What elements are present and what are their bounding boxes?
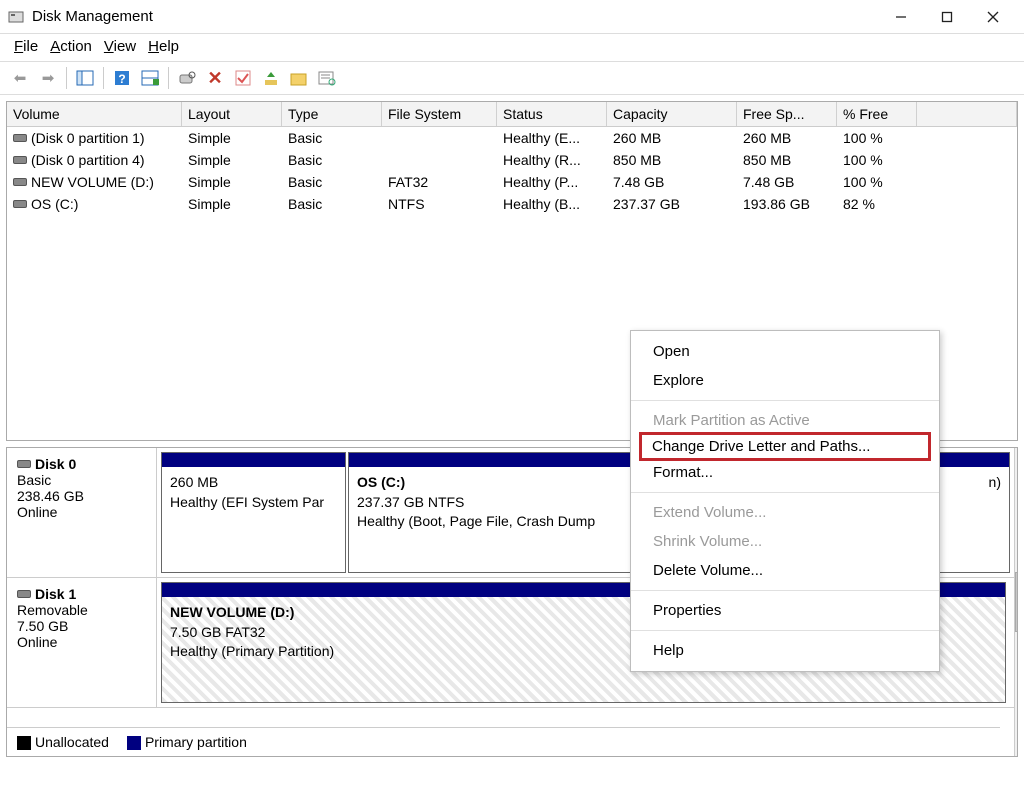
menubar: File Action View Help [0, 34, 1024, 62]
menu-action[interactable]: Action [50, 38, 92, 55]
help-icon[interactable]: ? [110, 66, 134, 90]
legend-unallocated: Unallocated [17, 734, 109, 750]
context-menu-item[interactable]: Delete Volume... [631, 556, 939, 585]
context-menu-item: Mark Partition as Active [631, 406, 939, 435]
col-status[interactable]: Status [497, 102, 607, 126]
disk-icon [17, 460, 31, 468]
legend: Unallocated Primary partition [7, 727, 1000, 756]
context-menu: OpenExplore Mark Partition as ActiveChang… [630, 330, 940, 672]
table-row[interactable]: NEW VOLUME (D:)SimpleBasicFAT32Healthy (… [7, 171, 1017, 193]
context-menu-separator [631, 400, 939, 401]
disk-icon [13, 200, 27, 208]
context-menu-item: Extend Volume... [631, 498, 939, 527]
col-pct[interactable]: % Free [837, 102, 917, 126]
context-menu-item[interactable]: Help [631, 636, 939, 665]
toolbar-layout-icon[interactable] [73, 66, 97, 90]
check-icon[interactable] [231, 66, 255, 90]
disk-icon [13, 156, 27, 164]
menu-view[interactable]: View [104, 38, 136, 55]
col-capacity[interactable]: Capacity [607, 102, 737, 126]
context-menu-item[interactable]: Properties [631, 596, 939, 625]
window-title: Disk Management [32, 8, 153, 25]
context-menu-item: Shrink Volume... [631, 527, 939, 556]
svg-text:?: ? [118, 72, 125, 86]
col-volume[interactable]: Volume [7, 102, 182, 126]
partition[interactable]: OS (C:)237.37 GB NTFSHealthy (Boot, Page… [348, 452, 638, 573]
table-row[interactable]: (Disk 0 partition 1)SimpleBasicHealthy (… [7, 127, 1017, 149]
titlebar: Disk Management [0, 0, 1024, 34]
forward-button[interactable]: ➡ [36, 66, 60, 90]
volume-list-header: Volume Layout Type File System Status Ca… [7, 102, 1017, 127]
context-menu-item[interactable]: Open [631, 337, 939, 366]
app-icon [8, 9, 24, 25]
col-free[interactable]: Free Sp... [737, 102, 837, 126]
toolbar-scan-icon[interactable] [175, 66, 199, 90]
folder-action-icon[interactable] [287, 66, 311, 90]
menu-file[interactable]: File [14, 38, 38, 55]
disk-label[interactable]: Disk 0Basic238.46 GBOnline [7, 448, 157, 577]
col-filesystem[interactable]: File System [382, 102, 497, 126]
table-row[interactable]: OS (C:)SimpleBasicNTFSHealthy (B...237.3… [7, 193, 1017, 215]
menu-help[interactable]: Help [148, 38, 179, 55]
minimize-button[interactable] [878, 2, 924, 32]
properties-icon[interactable] [315, 66, 339, 90]
maximize-button[interactable] [924, 2, 970, 32]
table-row[interactable]: (Disk 0 partition 4)SimpleBasicHealthy (… [7, 149, 1017, 171]
context-menu-separator [631, 630, 939, 631]
disk-icon [17, 590, 31, 598]
legend-primary: Primary partition [127, 734, 247, 750]
delete-icon[interactable]: ✕ [203, 66, 227, 90]
toolbar: ⬅ ➡ ? ✕ [0, 62, 1024, 95]
disk-icon [13, 178, 27, 186]
partition[interactable]: 260 MBHealthy (EFI System Par [161, 452, 346, 573]
disk-label[interactable]: Disk 1Removable7.50 GBOnline [7, 578, 157, 707]
context-menu-separator [631, 590, 939, 591]
context-menu-item[interactable]: Format... [631, 458, 939, 487]
col-type[interactable]: Type [282, 102, 382, 126]
toolbar-grid-icon[interactable] [138, 66, 162, 90]
close-button[interactable] [970, 2, 1016, 32]
context-menu-item[interactable]: Explore [631, 366, 939, 395]
back-button[interactable]: ⬅ [8, 66, 32, 90]
disk-icon [13, 134, 27, 142]
context-menu-separator [631, 492, 939, 493]
vertical-scrollbar[interactable]: ▴▾ [1014, 448, 1018, 756]
upload-icon[interactable] [259, 66, 283, 90]
context-menu-item-highlighted[interactable]: Change Drive Letter and Paths... [639, 432, 931, 461]
col-layout[interactable]: Layout [182, 102, 282, 126]
